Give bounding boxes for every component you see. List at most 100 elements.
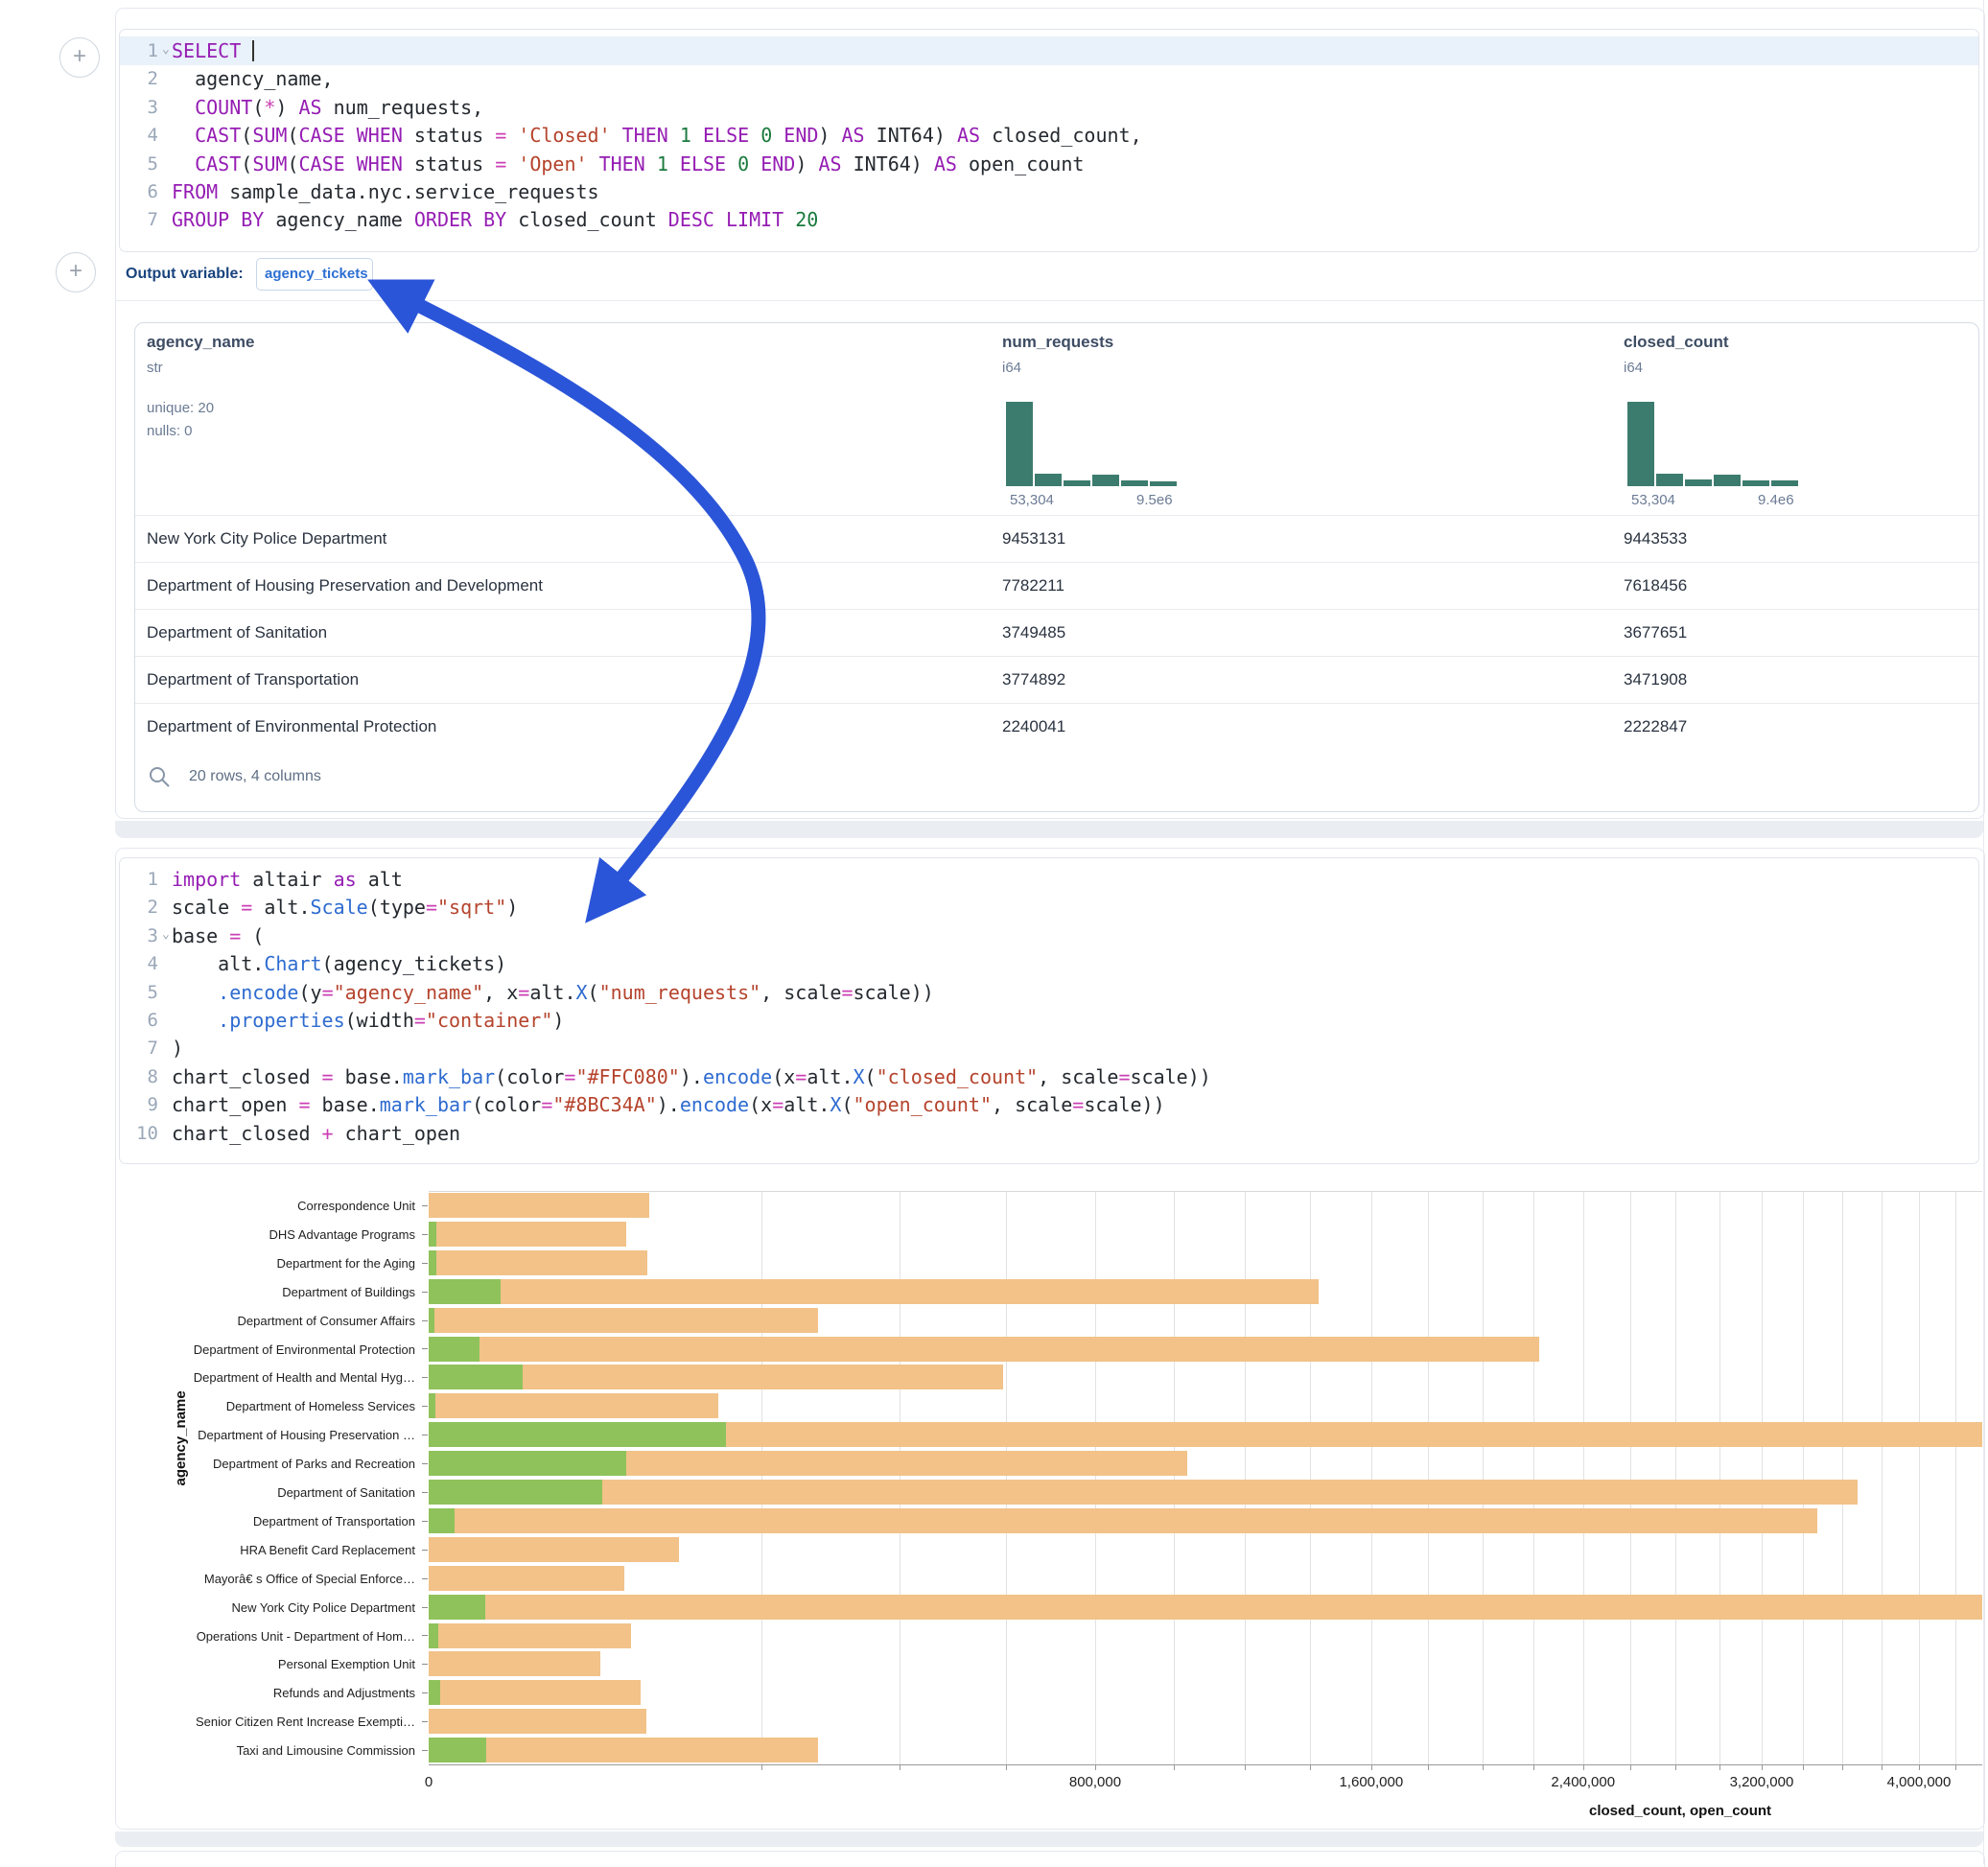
code-line[interactable]: 1⌄SELECT	[120, 37, 1978, 65]
add-cell-button[interactable]: +	[56, 252, 96, 292]
y-axis-label: Correspondence Unit	[116, 1199, 415, 1213]
code-line[interactable]: 8chart_closed = base.mark_bar(color="#FF…	[120, 1063, 1978, 1091]
y-axis-tick	[422, 1377, 428, 1378]
code-line[interactable]: 3⌄base = (	[120, 922, 1978, 950]
table-row[interactable]: New York City Police Department945313194…	[135, 515, 1978, 563]
output-variable-row: Output variable: agency_tickets	[116, 250, 1984, 301]
column-stat: nulls: 0	[147, 423, 193, 439]
output-variable-pill[interactable]: agency_tickets	[256, 258, 373, 291]
code-text: alt.Chart(agency_tickets)	[172, 950, 506, 978]
column-header-closed_count[interactable]: closed_counti6453,3049.4e6	[1624, 323, 1911, 515]
bar-open_count	[429, 1365, 523, 1389]
bar-open_count	[429, 1738, 486, 1762]
line-number: 2	[120, 65, 158, 93]
bar-open_count	[429, 1680, 440, 1705]
code-line[interactable]: 7GROUP BY agency_name ORDER BY closed_co…	[120, 206, 1978, 234]
code-line[interactable]: 4 CAST(SUM(CASE WHEN status = 'Closed' T…	[120, 122, 1978, 150]
histogram-min-label: 53,304	[1631, 492, 1675, 508]
x-axis-title: closed_count, open_count	[1589, 1803, 1771, 1819]
line-number: 5	[120, 979, 158, 1007]
column-title: num_requests	[1002, 333, 1113, 352]
gridline	[1719, 1191, 1720, 1764]
y-axis-tick	[422, 1348, 428, 1349]
y-axis-label: DHS Advantage Programs	[116, 1227, 415, 1242]
add-cell-button[interactable]: +	[59, 37, 100, 78]
code-line[interactable]: 6 .properties(width="container")	[120, 1007, 1978, 1035]
table-row[interactable]: Department of Housing Preservation and D…	[135, 562, 1978, 610]
bar-closed_count	[429, 1595, 1982, 1620]
column-header-num_requests[interactable]: num_requestsi6453,3049.5e6	[1002, 323, 1290, 515]
code-line[interactable]: 10chart_closed + chart_open	[120, 1120, 1978, 1148]
bar-open_count	[429, 1222, 436, 1247]
code-line[interactable]: 7)	[120, 1035, 1978, 1062]
text-cursor	[252, 40, 254, 61]
bar-open_count	[429, 1250, 436, 1275]
cell-shadow	[115, 821, 1983, 838]
code-text: CAST(SUM(CASE WHEN status = 'Closed' THE…	[172, 122, 1142, 150]
code-line[interactable]: 4 alt.Chart(agency_tickets)	[120, 950, 1978, 978]
code-line[interactable]: 3 COUNT(*) AS num_requests,	[120, 94, 1978, 122]
table-cell: Department of Sanitation	[147, 623, 327, 642]
y-axis-label: Department of Consumer Affairs	[116, 1314, 415, 1328]
x-axis-tick-label: 800,000	[1069, 1774, 1121, 1790]
result-table: agency_namestrunique: 20nulls: 0 num_requ…	[134, 322, 1979, 812]
code-text: agency_name,	[172, 65, 334, 93]
bar-open_count	[429, 1422, 726, 1447]
table-row[interactable]: Department of Transportation377489234719…	[135, 656, 1978, 704]
sql-editor[interactable]: 1⌄SELECT 2 agency_name,3 COUNT(*) AS num…	[119, 29, 1979, 252]
code-text: .properties(width="container")	[172, 1007, 564, 1035]
y-axis-label: Department of Environmental Protection	[116, 1342, 415, 1357]
gridline	[1803, 1191, 1804, 1764]
x-axis-tick	[1630, 1764, 1631, 1770]
y-axis-tick	[422, 1320, 428, 1321]
gridline	[1371, 1191, 1372, 1764]
table-row[interactable]: Department of Environmental Protection22…	[135, 703, 1978, 751]
code-line[interactable]: 1 import altair as alt	[120, 866, 1978, 894]
code-line[interactable]: 5 .encode(y="agency_name", x=alt.X("num_…	[120, 979, 1978, 1007]
table-cell: 7782211	[1002, 576, 1064, 595]
y-axis-label: HRA Benefit Card Replacement	[116, 1543, 415, 1557]
y-axis-tick	[422, 1521, 428, 1522]
gridline	[1955, 1191, 1956, 1764]
code-text: base = (	[172, 922, 264, 950]
gridline	[1006, 1191, 1007, 1764]
table-row[interactable]: Department of Sanitation37494853677651	[135, 609, 1978, 657]
x-axis-tick-label: 4,000,000	[1887, 1774, 1952, 1790]
code-line[interactable]: 6FROM sample_data.nyc.service_requests	[120, 178, 1978, 206]
line-number: 4	[120, 122, 158, 150]
x-axis-tick-label: 0	[425, 1774, 433, 1790]
x-axis-tick	[1719, 1764, 1720, 1770]
y-axis-label: Department of Buildings	[116, 1285, 415, 1299]
fold-caret-icon[interactable]: ⌄	[162, 921, 170, 948]
search-icon[interactable]	[147, 764, 172, 789]
y-axis-label: Senior Citizen Rent Increase Exempti…	[116, 1715, 415, 1729]
line-number: 1	[120, 866, 158, 894]
python-editor[interactable]: 1 import altair as alt2scale = alt.Scale(…	[119, 857, 1979, 1164]
y-axis-label: Department of Parks and Recreation	[116, 1457, 415, 1471]
table-cell: New York City Police Department	[147, 529, 386, 548]
column-header-agency_name[interactable]: agency_namestrunique: 20nulls: 0	[147, 323, 434, 515]
code-line[interactable]: 2scale = alt.Scale(type="sqrt")	[120, 894, 1978, 922]
code-text: import altair as alt	[172, 866, 403, 894]
y-axis-tick	[422, 1578, 428, 1579]
code-line[interactable]: 5 CAST(SUM(CASE WHEN status = 'Open' THE…	[120, 151, 1978, 178]
x-axis-tick	[1919, 1764, 1920, 1770]
histogram-bar	[1121, 480, 1148, 486]
line-number: 3	[120, 922, 158, 950]
x-axis-tick	[761, 1764, 762, 1770]
y-axis-tick	[422, 1492, 428, 1493]
y-axis-tick	[422, 1263, 428, 1264]
code-line[interactable]: 2 agency_name,	[120, 65, 1978, 93]
x-axis-tick	[1428, 1764, 1429, 1770]
code-line[interactable]: 9chart_open = base.mark_bar(color="#8BC3…	[120, 1091, 1978, 1119]
histogram-bar	[1035, 474, 1062, 486]
fold-caret-icon[interactable]: ⌄	[162, 35, 170, 63]
gridline	[1919, 1191, 1920, 1764]
bar-closed_count	[429, 1566, 624, 1591]
x-axis-tick	[1842, 1764, 1843, 1770]
code-text: chart_closed = base.mark_bar(color="#FFC…	[172, 1063, 1211, 1091]
y-axis-tick	[422, 1292, 428, 1293]
y-axis-label: Mayorâ€ s Office of Special Enforce…	[116, 1572, 415, 1586]
column-title: closed_count	[1624, 333, 1729, 352]
line-number: 6	[120, 178, 158, 206]
